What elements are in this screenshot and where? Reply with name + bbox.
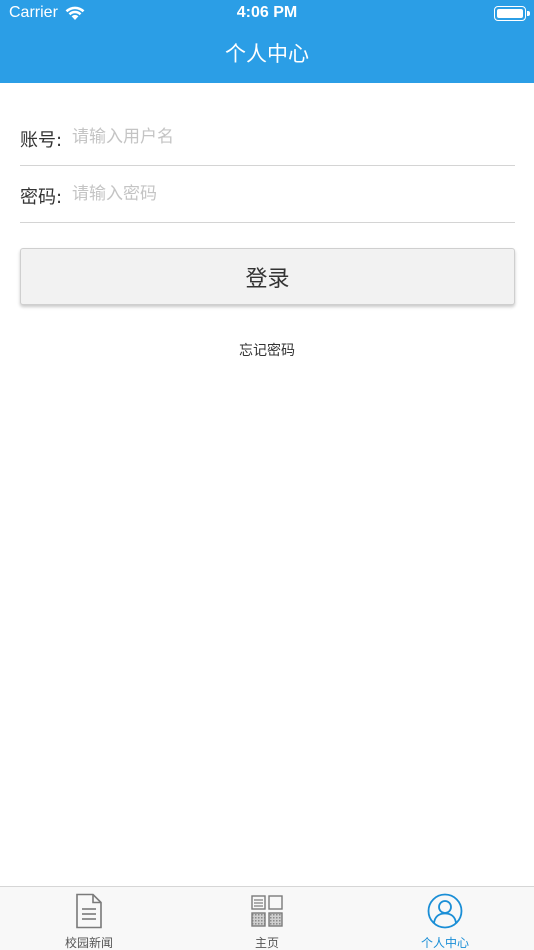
app-header: Carrier 4:06 PM 个人中心 xyxy=(0,0,534,83)
tab-campus-news[interactable]: 校园新闻 xyxy=(0,887,178,950)
battery-icon xyxy=(494,6,530,21)
tab-label: 主页 xyxy=(254,936,279,950)
user-circle-icon xyxy=(427,893,463,929)
tab-bar: 校园新闻 主页 个人中心 xyxy=(0,886,534,950)
tab-home[interactable]: 主页 xyxy=(178,887,356,950)
account-label: 账号: xyxy=(20,130,63,151)
document-icon xyxy=(76,893,102,929)
battery-level xyxy=(497,9,523,18)
tab-personal-center[interactable]: 个人中心 xyxy=(356,887,534,950)
tab-label: 校园新闻 xyxy=(64,936,113,950)
account-input[interactable] xyxy=(72,120,512,154)
forgot-password-link[interactable]: 忘记密码 xyxy=(0,340,534,360)
page-title: 个人中心 xyxy=(225,42,309,66)
grid-icon xyxy=(251,895,283,927)
status-time: 4:06 PM xyxy=(236,4,298,21)
account-field: 账号: xyxy=(20,110,515,166)
status-bar: Carrier 4:06 PM xyxy=(0,0,534,28)
login-button[interactable]: 登录 xyxy=(20,248,515,305)
tab-label: 个人中心 xyxy=(420,936,469,950)
password-input[interactable] xyxy=(72,177,512,211)
password-label: 密码: xyxy=(20,187,63,208)
password-field: 密码: xyxy=(20,167,515,223)
